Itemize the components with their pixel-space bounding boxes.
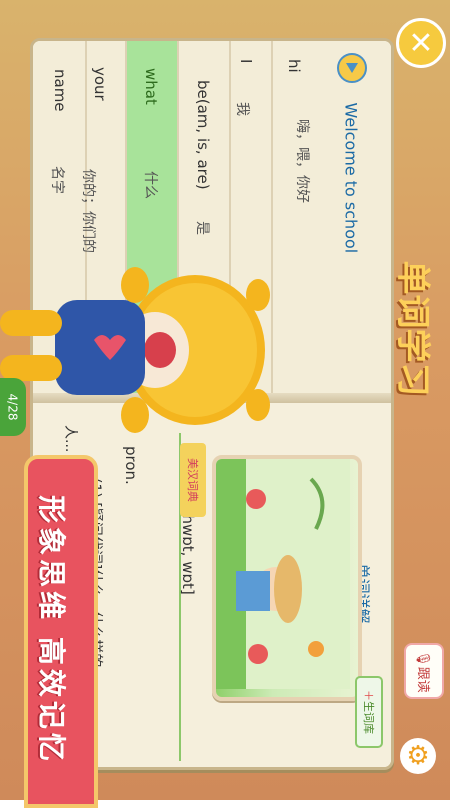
gear-icon: ⚙	[406, 741, 430, 771]
add-to-vocab-button[interactable]: ＋生词库	[355, 676, 383, 748]
word-item-your[interactable]: your	[91, 67, 109, 145]
follow-read-button[interactable]: 🎙跟读	[404, 643, 444, 699]
progress-text-wrap: 4/28	[0, 392, 24, 422]
word-meaning-I: 我	[234, 102, 250, 116]
word-item-what[interactable]: what	[142, 68, 160, 144]
close-icon: ✕	[408, 25, 434, 61]
plus-icon: ＋	[362, 690, 375, 701]
word-illustration	[212, 455, 362, 701]
row-divider	[271, 41, 273, 393]
mascot-character	[0, 267, 270, 433]
follow-read-label: 跟读	[414, 666, 430, 693]
word-item-name[interactable]: name	[51, 69, 69, 147]
detail-pos: pron.	[122, 446, 140, 485]
word-item-be[interactable]: be(am, is, are)	[194, 80, 212, 200]
word-item-hi[interactable]: hi	[285, 59, 303, 89]
illustration-scene	[216, 459, 350, 689]
page-title-wrap: 单词学习	[386, 248, 446, 408]
progress-label: 4/28	[5, 393, 20, 421]
settings-button[interactable]: ⚙	[400, 738, 436, 774]
word-item-I[interactable]: I	[237, 59, 255, 89]
slogan-text: 形象思维 高效记忆	[35, 495, 68, 765]
word-meaning-name: 名字	[49, 166, 65, 194]
close-button[interactable]: ✕	[396, 18, 446, 68]
word-meaning-what: 什么	[142, 171, 158, 199]
page-title: 单词学习	[392, 260, 433, 396]
dictionary-tag-label: 美汉词典	[186, 458, 199, 502]
word-meaning-hi: 嗨，喂，你好	[294, 119, 310, 203]
lesson-title: Welcome to school	[341, 102, 361, 254]
play-audio-icon[interactable]	[337, 53, 367, 83]
microphone-icon: 🎙	[414, 649, 430, 667]
slogan-text-wrap: 形象思维 高效记忆	[20, 475, 86, 785]
add-to-vocab-label: 生词库	[362, 701, 375, 734]
dictionary-tag-label-wrap: 美汉词典	[180, 450, 206, 510]
